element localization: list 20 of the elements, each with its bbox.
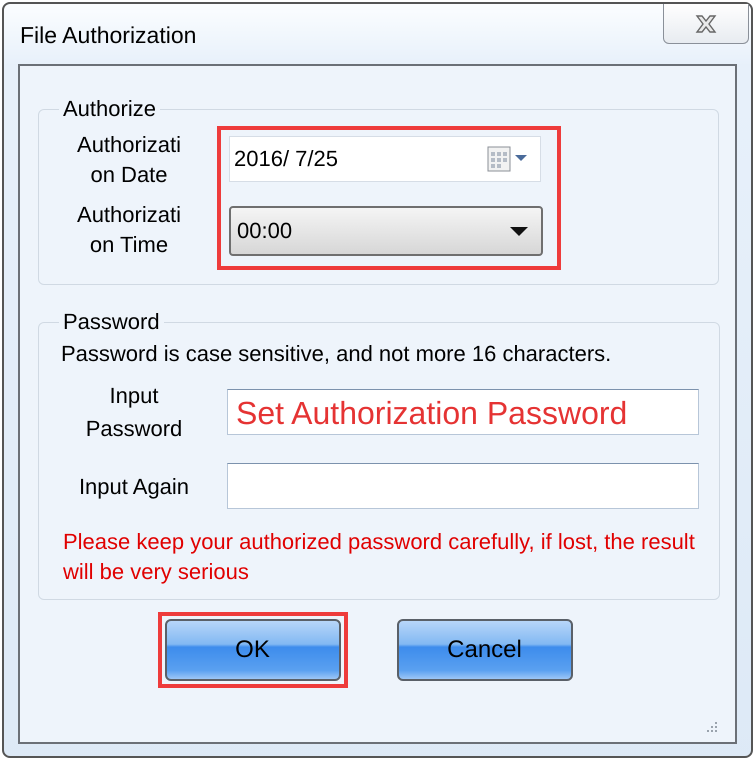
- caret-icon: [509, 225, 529, 237]
- field-label: Authorization Time: [76, 201, 182, 259]
- field-label: Input Password: [84, 382, 184, 443]
- date-picker[interactable]: 2016/ 7/25: [229, 136, 541, 182]
- hint-text: Password is case sensitive, and not more 16 characters.: [61, 340, 612, 368]
- resize-grip-icon[interactable]: [705, 720, 719, 734]
- window-title: File Authorization: [20, 22, 196, 49]
- dialog-button[interactable]: OK: [164, 619, 340, 681]
- time-dropdown[interactable]: 00:00: [229, 206, 543, 256]
- group-title: Password: [62, 309, 161, 335]
- field-label: Authorization Date: [76, 131, 182, 189]
- calendar-icon[interactable]: [486, 144, 530, 174]
- close-icon: [693, 14, 719, 34]
- password-field[interactable]: Set Authorization Password: [227, 389, 699, 435]
- dialog-button[interactable]: Cancel: [396, 619, 572, 681]
- warning-text: Please keep your authorized password carefully, if lost, the result will be very serious: [63, 528, 696, 586]
- field-label: Input Again: [78, 472, 190, 501]
- group-title: Authorize: [62, 96, 157, 122]
- password-field[interactable]: [227, 463, 699, 509]
- close-button[interactable]: [663, 4, 749, 44]
